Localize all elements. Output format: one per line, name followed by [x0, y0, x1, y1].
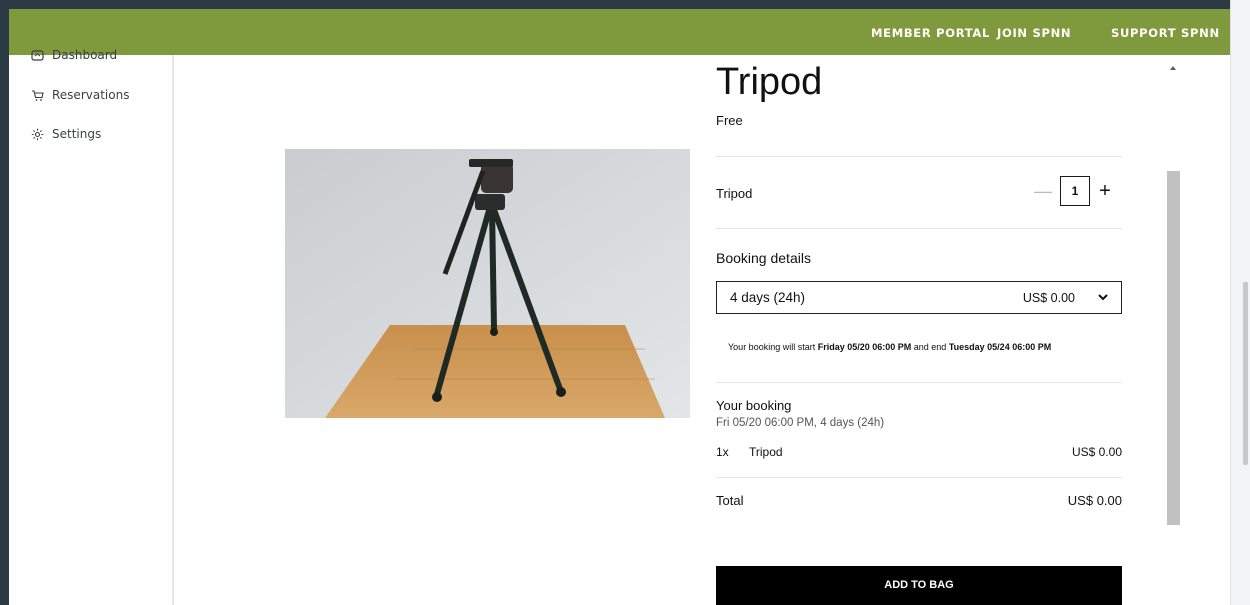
quantity-increment-button[interactable]: + — [1096, 179, 1114, 203]
item-name: Tripod — [716, 186, 753, 201]
booking-schedule-note: Your booking will start Friday 05/20 06:… — [728, 342, 1051, 352]
your-booking-heading: Your booking — [716, 398, 792, 413]
booking-duration-select[interactable]: 4 days (24h) US$ 0.00 — [716, 281, 1122, 314]
nav-join-spnn[interactable]: JOIN SPNN — [997, 26, 1071, 40]
page-scrollbar-thumb[interactable] — [1243, 282, 1248, 465]
line-item-price: US$ 0.00 — [1071, 445, 1122, 459]
add-to-bag-button[interactable]: ADD TO BAG — [716, 566, 1122, 605]
booking-option-label: 4 days (24h) — [730, 290, 806, 305]
chevron-down-icon — [1098, 294, 1108, 301]
total-value: US$ 0.00 — [1067, 493, 1122, 508]
nav-member-portal[interactable]: MEMBER PORTAL — [871, 26, 990, 40]
line-item-quantity: 1x — [716, 445, 729, 459]
sidebar-item-label: Reservations — [52, 88, 130, 102]
sidebar: Dashboard Reservations Settings — [9, 48, 174, 605]
cart-icon — [32, 89, 44, 101]
top-nav-bar: MEMBER PORTAL JOIN SPNN SUPPORT SPNN — [9, 9, 1230, 55]
your-booking-subheading: Fri 05/20 06:00 PM, 4 days (24h) — [716, 417, 885, 429]
main-content: Tripod Free Tripod — 1 + Booking details… — [176, 55, 1164, 605]
product-title: Tripod — [716, 61, 823, 103]
tripod-photo — [285, 149, 690, 418]
total-label: Total — [716, 493, 744, 508]
sidebar-item-settings[interactable]: Settings — [31, 127, 101, 141]
divider — [716, 228, 1122, 229]
dashboard-icon — [31, 49, 44, 61]
product-image — [285, 149, 690, 418]
gear-icon — [31, 128, 44, 140]
sidebar-item-label: Dashboard — [52, 48, 118, 62]
divider — [716, 156, 1122, 157]
quantity-decrement-button[interactable]: — — [1034, 179, 1052, 203]
nav-support-spnn[interactable]: SUPPORT SPNN — [1111, 26, 1220, 40]
window-frame-left — [0, 0, 9, 605]
sidebar-item-dashboard[interactable]: Dashboard — [31, 48, 117, 62]
quantity-field[interactable]: 1 — [1060, 176, 1090, 206]
right-gutter — [1180, 55, 1230, 605]
divider — [716, 477, 1122, 478]
window-frame-top — [0, 0, 1250, 9]
booking-start: Friday 05/20 06:00 PM — [817, 342, 912, 352]
note-middle: and end — [911, 342, 949, 352]
sidebar-item-label: Settings — [52, 127, 102, 141]
divider — [716, 382, 1122, 383]
content-scrollbar-thumb[interactable] — [1167, 171, 1180, 525]
line-item-name: Tripod — [749, 445, 783, 459]
scroll-up-arrow-icon[interactable] — [1170, 66, 1176, 70]
note-prefix: Your booking will start — [728, 342, 818, 352]
booking-details-label: Booking details — [716, 250, 811, 266]
booking-end: Tuesday 05/24 06:00 PM — [948, 342, 1052, 352]
booking-option-price: US$ 0.00 — [1022, 291, 1075, 305]
sidebar-item-reservations[interactable]: Reservations — [31, 88, 129, 102]
product-price-label: Free — [716, 113, 743, 128]
